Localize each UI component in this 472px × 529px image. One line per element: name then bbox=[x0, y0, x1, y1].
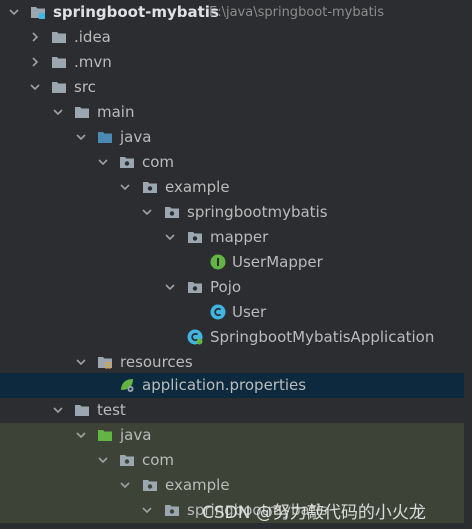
package-label-example: example bbox=[165, 178, 230, 196]
module-folder-icon bbox=[30, 4, 46, 20]
test-source-folder-icon bbox=[97, 427, 113, 443]
tree-row-pojo[interactable]: Pojo bbox=[0, 275, 472, 300]
folder-label-idea: .idea bbox=[74, 28, 111, 46]
chevron-down-icon[interactable] bbox=[119, 479, 131, 491]
tree-row-main[interactable]: main bbox=[0, 100, 472, 125]
folder-icon bbox=[51, 79, 67, 95]
folder-label-main: main bbox=[97, 103, 135, 121]
watermark: CSDN @努力敲代码的小火龙 bbox=[202, 503, 426, 523]
resources-folder-icon bbox=[97, 354, 113, 370]
chevron-down-icon[interactable] bbox=[75, 429, 87, 441]
package-icon bbox=[187, 229, 203, 245]
package-label-pojo: Pojo bbox=[210, 278, 242, 296]
chevron-right-icon[interactable] bbox=[29, 31, 41, 43]
vertical-scrollbar[interactable] bbox=[464, 0, 472, 529]
package-icon bbox=[142, 477, 158, 493]
tree-row-idea[interactable]: .idea bbox=[0, 25, 472, 50]
chevron-down-icon[interactable] bbox=[119, 181, 131, 193]
tree-row-test[interactable]: test bbox=[0, 398, 472, 423]
folder-label-test-java: java bbox=[120, 426, 152, 444]
package-icon bbox=[119, 154, 135, 170]
chevron-down-icon[interactable] bbox=[52, 404, 64, 416]
package-label-com: com bbox=[142, 153, 175, 171]
file-label-usermapper: UserMapper bbox=[232, 253, 323, 271]
chevron-down-icon[interactable] bbox=[8, 6, 20, 18]
package-icon bbox=[164, 502, 180, 518]
chevron-down-icon[interactable] bbox=[52, 106, 64, 118]
chevron-down-icon[interactable] bbox=[75, 356, 87, 368]
tree-row-mapper[interactable]: mapper bbox=[0, 225, 472, 250]
folder-icon bbox=[51, 54, 67, 70]
spring-boot-class-icon bbox=[187, 329, 203, 345]
tree-row-java[interactable]: java bbox=[0, 125, 472, 150]
package-icon bbox=[142, 179, 158, 195]
chevron-down-icon[interactable] bbox=[97, 156, 109, 168]
folder-icon bbox=[74, 104, 90, 120]
chevron-down-icon[interactable] bbox=[164, 231, 176, 243]
root-project-path: E:\java\springboot-mybatis bbox=[209, 5, 385, 20]
folder-label-resources: resources bbox=[120, 353, 193, 371]
tree-row-root[interactable]: springboot-mybatis E:\java\springboot-my… bbox=[0, 0, 472, 25]
file-label-application-properties: application.properties bbox=[142, 376, 307, 394]
tree-row-application-class[interactable]: SpringbootMybatisApplication bbox=[0, 325, 472, 350]
spring-properties-icon bbox=[119, 377, 135, 393]
tree-row-test-java[interactable]: java bbox=[0, 423, 472, 448]
tree-row-test-example[interactable]: example bbox=[0, 473, 472, 498]
package-icon bbox=[164, 204, 180, 220]
package-icon bbox=[187, 279, 203, 295]
tree-row-application-properties[interactable]: application.properties bbox=[0, 373, 472, 398]
folder-icon bbox=[74, 402, 90, 418]
folder-label-java: java bbox=[120, 128, 152, 146]
tree-row-mvn[interactable]: .mvn bbox=[0, 50, 472, 75]
chevron-down-icon[interactable] bbox=[97, 454, 109, 466]
tree-row-example[interactable]: example bbox=[0, 175, 472, 200]
root-project-name: springboot-mybatis bbox=[53, 3, 219, 21]
chevron-down-icon[interactable] bbox=[164, 281, 176, 293]
file-label-user: User bbox=[232, 303, 267, 321]
tree-row-resources[interactable]: resources bbox=[0, 350, 472, 375]
package-label-test-example: example bbox=[165, 476, 230, 494]
tree-row-src[interactable]: src bbox=[0, 75, 472, 100]
folder-label-test: test bbox=[97, 401, 126, 419]
folder-label-mvn: .mvn bbox=[74, 53, 112, 71]
package-label-mapper: mapper bbox=[210, 228, 269, 246]
class-icon bbox=[210, 304, 226, 320]
tree-row-com[interactable]: com bbox=[0, 150, 472, 175]
chevron-down-icon[interactable] bbox=[141, 206, 153, 218]
source-folder-icon bbox=[97, 129, 113, 145]
chevron-right-icon[interactable] bbox=[29, 56, 41, 68]
project-tree: springboot-mybatis E:\java\springboot-my… bbox=[0, 0, 472, 529]
tree-row-springbootmybatis[interactable]: springbootmybatis bbox=[0, 200, 472, 225]
folder-icon bbox=[51, 29, 67, 45]
tree-row-test-com[interactable]: com bbox=[0, 448, 472, 473]
file-label-application-class: SpringbootMybatisApplication bbox=[210, 328, 435, 346]
package-label-springbootmybatis: springbootmybatis bbox=[187, 203, 328, 221]
package-icon bbox=[119, 452, 135, 468]
tree-row-user[interactable]: User bbox=[0, 300, 472, 325]
interface-icon bbox=[210, 254, 226, 270]
package-label-test-com: com bbox=[142, 451, 175, 469]
tree-row-usermapper[interactable]: UserMapper bbox=[0, 250, 472, 275]
folder-label-src: src bbox=[74, 78, 96, 96]
chevron-down-icon[interactable] bbox=[29, 81, 41, 93]
chevron-down-icon[interactable] bbox=[75, 131, 87, 143]
chevron-down-icon[interactable] bbox=[141, 504, 153, 516]
